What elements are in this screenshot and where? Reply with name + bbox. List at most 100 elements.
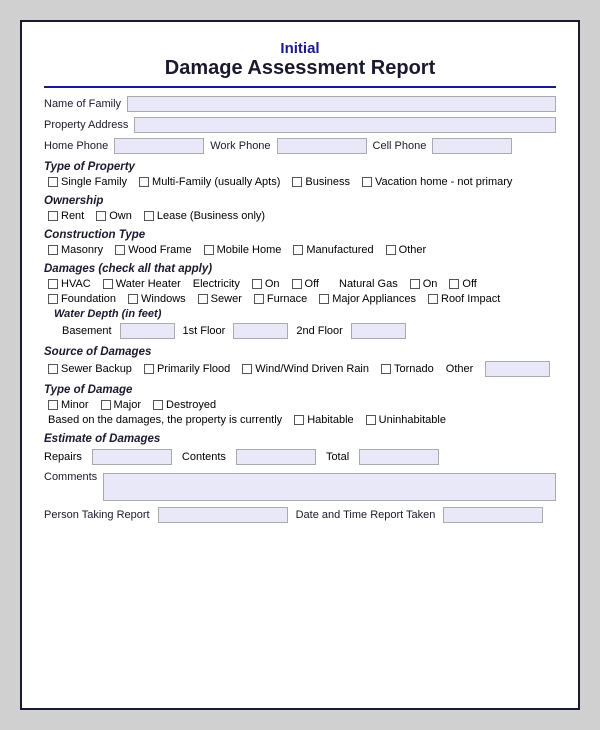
person-input[interactable]: [158, 507, 288, 523]
sewer-checkbox[interactable]: [198, 294, 208, 304]
electricity-off-checkbox[interactable]: [292, 279, 302, 289]
construction-type-title: Construction Type: [44, 229, 556, 241]
business-checkbox[interactable]: [292, 177, 302, 187]
natural-gas-on-label: On: [423, 278, 438, 290]
furnace-checkbox[interactable]: [254, 294, 264, 304]
hvac-option[interactable]: HVAC: [48, 278, 91, 290]
first-floor-label: 1st Floor: [183, 325, 226, 337]
electricity-off-option[interactable]: Off: [292, 278, 319, 290]
sewer-backup-option[interactable]: Sewer Backup: [48, 363, 132, 375]
source-other-input[interactable]: [485, 361, 550, 377]
hvac-checkbox[interactable]: [48, 279, 58, 289]
manufactured-checkbox[interactable]: [293, 245, 303, 255]
business-option[interactable]: Business: [292, 176, 350, 188]
lease-option[interactable]: Lease (Business only): [144, 210, 265, 222]
vacation-home-checkbox[interactable]: [362, 177, 372, 187]
sewer-backup-checkbox[interactable]: [48, 364, 58, 374]
home-phone-input[interactable]: [114, 138, 204, 154]
habitable-checkbox[interactable]: [294, 415, 304, 425]
primarily-flood-checkbox[interactable]: [144, 364, 154, 374]
uninhabitable-checkbox[interactable]: [366, 415, 376, 425]
cell-phone-input[interactable]: [432, 138, 512, 154]
own-option[interactable]: Own: [96, 210, 132, 222]
basement-input[interactable]: [120, 323, 175, 339]
furnace-option[interactable]: Furnace: [254, 293, 307, 305]
single-family-checkbox[interactable]: [48, 177, 58, 187]
foundation-checkbox[interactable]: [48, 294, 58, 304]
minor-checkbox[interactable]: [48, 400, 58, 410]
multi-family-option[interactable]: Multi-Family (usually Apts): [139, 176, 280, 188]
work-phone-input[interactable]: [277, 138, 367, 154]
lease-checkbox[interactable]: [144, 211, 154, 221]
roof-impact-checkbox[interactable]: [428, 294, 438, 304]
destroyed-label: Destroyed: [166, 399, 216, 411]
foundation-option[interactable]: Foundation: [48, 293, 116, 305]
water-heater-label: Water Heater: [116, 278, 181, 290]
damages-title: Damages (check all that apply): [44, 263, 556, 275]
natural-gas-on-option[interactable]: On: [410, 278, 438, 290]
natural-gas-off-option[interactable]: Off: [449, 278, 476, 290]
damages-row2: Foundation Windows Sewer Furnace Major A…: [44, 293, 556, 305]
major-appliances-checkbox[interactable]: [319, 294, 329, 304]
rent-option[interactable]: Rent: [48, 210, 84, 222]
windows-option[interactable]: Windows: [128, 293, 186, 305]
repairs-input[interactable]: [92, 449, 172, 465]
contents-input[interactable]: [236, 449, 316, 465]
electricity-label: Electricity: [193, 278, 240, 290]
total-input[interactable]: [359, 449, 439, 465]
roof-impact-option[interactable]: Roof Impact: [428, 293, 500, 305]
other-construction-checkbox[interactable]: [386, 245, 396, 255]
second-floor-input[interactable]: [351, 323, 406, 339]
destroyed-option[interactable]: Destroyed: [153, 399, 216, 411]
windows-checkbox[interactable]: [128, 294, 138, 304]
cell-phone-label: Cell Phone: [373, 140, 427, 152]
first-floor-input[interactable]: [233, 323, 288, 339]
primarily-flood-option[interactable]: Primarily Flood: [144, 363, 230, 375]
manufactured-option[interactable]: Manufactured: [293, 244, 373, 256]
single-family-option[interactable]: Single Family: [48, 176, 127, 188]
multi-family-checkbox[interactable]: [139, 177, 149, 187]
other-construction-option[interactable]: Other: [386, 244, 427, 256]
wind-rain-option[interactable]: Wind/Wind Driven Rain: [242, 363, 369, 375]
mobile-home-checkbox[interactable]: [204, 245, 214, 255]
sewer-option[interactable]: Sewer: [198, 293, 242, 305]
multi-family-label: Multi-Family (usually Apts): [152, 176, 280, 188]
electricity-on-checkbox[interactable]: [252, 279, 262, 289]
electricity-on-option[interactable]: On: [252, 278, 280, 290]
water-heater-option[interactable]: Water Heater: [103, 278, 181, 290]
water-heater-checkbox[interactable]: [103, 279, 113, 289]
major-appliances-option[interactable]: Major Appliances: [319, 293, 416, 305]
major-option[interactable]: Major: [101, 399, 142, 411]
wind-rain-checkbox[interactable]: [242, 364, 252, 374]
water-depth-row: Basement 1st Floor 2nd Floor: [62, 323, 556, 339]
habitable-option[interactable]: Habitable: [294, 414, 353, 426]
rent-checkbox[interactable]: [48, 211, 58, 221]
natural-gas-on-checkbox[interactable]: [410, 279, 420, 289]
vacation-home-option[interactable]: Vacation home - not primary: [362, 176, 512, 188]
date-input[interactable]: [443, 507, 543, 523]
own-checkbox[interactable]: [96, 211, 106, 221]
wood-frame-option[interactable]: Wood Frame: [115, 244, 191, 256]
own-label: Own: [109, 210, 132, 222]
masonry-option[interactable]: Masonry: [48, 244, 103, 256]
natural-gas-off-label: Off: [462, 278, 476, 290]
type-of-property-title: Type of Property: [44, 161, 556, 173]
comments-input[interactable]: [103, 473, 556, 501]
electricity-on-label: On: [265, 278, 280, 290]
natural-gas-off-checkbox[interactable]: [449, 279, 459, 289]
mobile-home-option[interactable]: Mobile Home: [204, 244, 282, 256]
name-of-family-label: Name of Family: [44, 98, 121, 110]
uninhabitable-option[interactable]: Uninhabitable: [366, 414, 446, 426]
construction-options: Masonry Wood Frame Mobile Home Manufactu…: [44, 244, 556, 256]
major-checkbox[interactable]: [101, 400, 111, 410]
tornado-option[interactable]: Tornado: [381, 363, 434, 375]
sewer-backup-label: Sewer Backup: [61, 363, 132, 375]
wood-frame-checkbox[interactable]: [115, 245, 125, 255]
roof-impact-label: Roof Impact: [441, 293, 500, 305]
masonry-checkbox[interactable]: [48, 245, 58, 255]
destroyed-checkbox[interactable]: [153, 400, 163, 410]
name-of-family-input[interactable]: [127, 96, 556, 112]
tornado-checkbox[interactable]: [381, 364, 391, 374]
minor-option[interactable]: Minor: [48, 399, 89, 411]
property-address-input[interactable]: [134, 117, 556, 133]
